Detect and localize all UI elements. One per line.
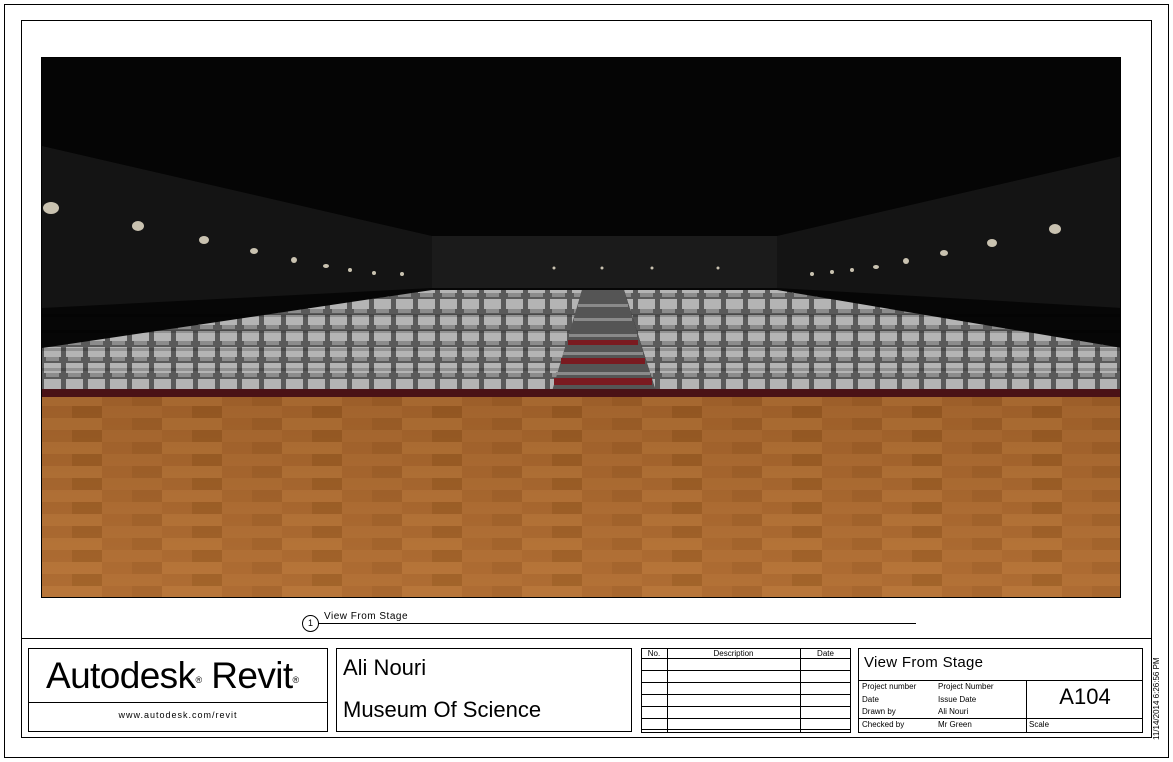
field-label-checked-by: Checked by	[862, 720, 905, 729]
field-label-date: Date	[862, 695, 879, 704]
field-label-project-number: Project number	[862, 682, 917, 691]
view-number-bubble: 1	[302, 615, 319, 632]
logo-brand: Autodesk	[46, 655, 196, 696]
auditorium-render	[42, 58, 1120, 597]
revision-row-line	[641, 729, 851, 730]
sheet-info-divider	[858, 718, 1027, 719]
logo-product: Revit	[211, 655, 293, 696]
revision-header-date: Date	[817, 649, 834, 658]
revision-row-line	[641, 718, 851, 719]
autodesk-revit-logo: Autodesk® Revit®	[46, 655, 299, 696]
sheet-number: A104	[1059, 684, 1111, 709]
logo-separator	[28, 702, 328, 703]
field-value-project-number: Project Number	[938, 682, 994, 691]
project-name: Museum Of Science	[343, 697, 542, 722]
title-block-divider	[21, 638, 1152, 639]
sheet-info-divider	[1027, 718, 1143, 719]
view-title[interactable]: View From Stage	[324, 611, 408, 622]
revision-header-no: No.	[647, 649, 661, 658]
revision-table	[641, 648, 851, 733]
sheet-info-divider	[858, 680, 1143, 681]
rendered-view[interactable]	[41, 57, 1121, 598]
view-title-underline	[318, 623, 916, 624]
revision-header-description: Description	[713, 649, 754, 658]
field-value-drawn-by: Ali Nouri	[938, 707, 969, 716]
revision-row-line	[641, 694, 851, 695]
project-owner: Ali Nouri	[343, 655, 427, 680]
field-label-drawn-by: Drawn by	[862, 707, 896, 716]
revision-row-line	[641, 682, 851, 683]
revision-row-line	[641, 706, 851, 707]
field-value-date: Issue Date	[938, 695, 977, 704]
sheet-name: View From Stage	[864, 654, 984, 671]
revision-row-line	[641, 658, 851, 659]
revision-row-line	[641, 670, 851, 671]
revision-col-divider	[800, 648, 801, 733]
field-value-checked-by: Mr Green	[938, 720, 972, 729]
logo-url: www.autodesk.com/revit	[118, 710, 238, 720]
scale-label: Scale	[1029, 720, 1050, 729]
revision-col-divider	[667, 648, 668, 733]
print-datestamp: 11/14/2014 6:26:56 PM	[1152, 657, 1161, 740]
